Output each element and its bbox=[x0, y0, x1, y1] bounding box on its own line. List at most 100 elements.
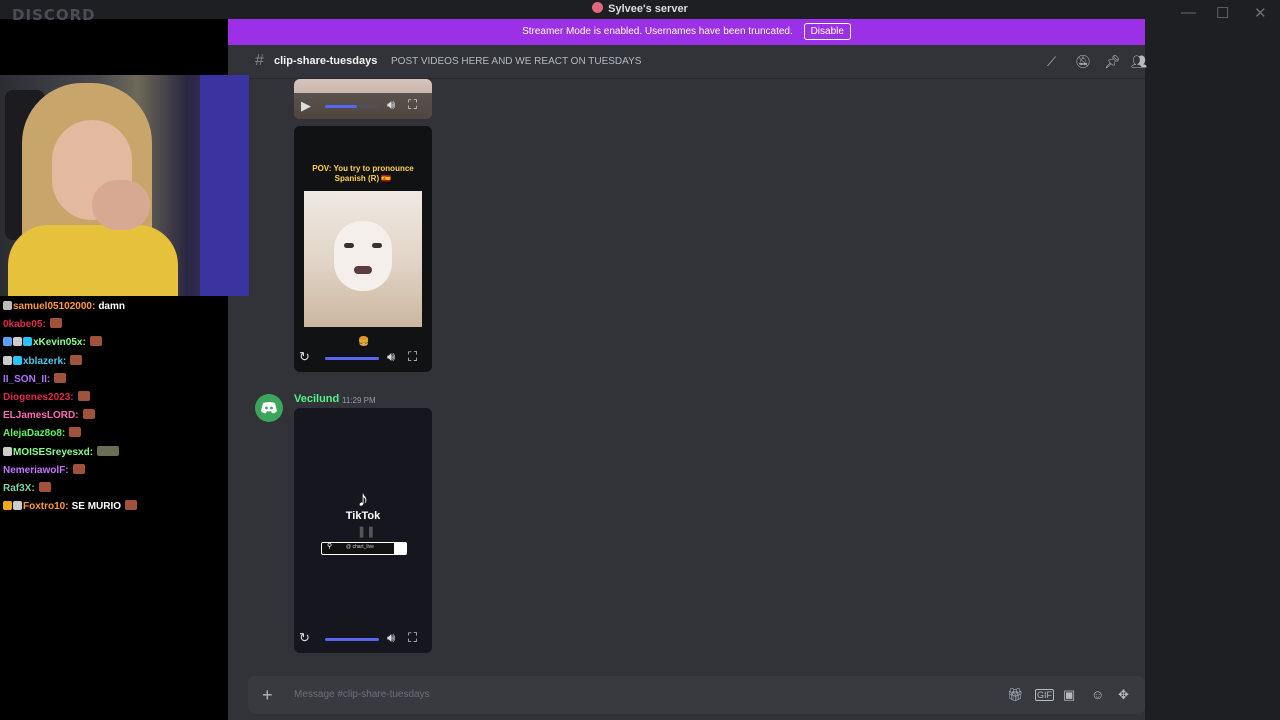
tiktok-search-bar: ⚲ @ chart_live bbox=[321, 542, 407, 555]
gift-icon[interactable]: 🎁︎ bbox=[1007, 687, 1024, 703]
streamer-mode-banner: Streamer Mode is enabled. Usernames have… bbox=[228, 19, 1145, 45]
volume-icon[interactable]: 🔊︎ bbox=[387, 349, 395, 365]
chat-username: 0kabe05 bbox=[3, 319, 43, 331]
chat-badge-icon bbox=[13, 355, 22, 365]
chat-line: samuel05102000: damn bbox=[3, 300, 228, 318]
chat-line: xKevin05x: bbox=[3, 336, 228, 354]
discord-logo-icon bbox=[261, 402, 277, 414]
gif-icon[interactable]: GIF bbox=[1035, 689, 1054, 701]
chat-emote-icon bbox=[82, 409, 95, 420]
chat-line: 0kabe05: bbox=[3, 318, 228, 336]
fullscreen-icon[interactable]: ⛶ bbox=[408, 97, 417, 113]
channel-topic[interactable]: POST VIDEOS HERE AND WE REACT ON TUESDAY… bbox=[391, 56, 641, 67]
chat-emote-icon bbox=[70, 354, 83, 365]
tiktok-brand: TikTok bbox=[345, 510, 381, 522]
chat-line: MOISESreyesxd: bbox=[3, 445, 228, 464]
chat-message: SE MURIO bbox=[71, 501, 122, 513]
video-caption: POV: You try to pronounce Spanish (R) 🇪🇸 bbox=[312, 164, 414, 183]
chat-colon: : bbox=[70, 391, 74, 403]
volume-icon[interactable]: 🔊︎ bbox=[387, 97, 395, 113]
chat-username: Raf3X bbox=[3, 482, 32, 494]
video-attachment-1[interactable]: ▶ 🔊︎ ⛶ bbox=[294, 79, 432, 119]
apps-icon[interactable]: ✥ bbox=[1118, 687, 1129, 703]
chat-line: Raf3X: bbox=[3, 481, 228, 500]
message-input[interactable]: Message #clip-share-tuesdays bbox=[294, 689, 430, 700]
chat-badge-icon bbox=[3, 355, 12, 365]
chat-emote-icon bbox=[69, 427, 82, 438]
progress-fill bbox=[325, 105, 357, 108]
disable-button[interactable]: Disable bbox=[803, 23, 851, 40]
video-controls: ↻ 🔊︎ ⛶ bbox=[294, 346, 432, 372]
cat-video-frame bbox=[304, 191, 422, 327]
tiktok-small-icon bbox=[394, 543, 406, 554]
progress-fill[interactable] bbox=[325, 357, 379, 360]
chat-line: xblazerk: bbox=[3, 354, 228, 373]
chat-emote-icon bbox=[38, 481, 51, 492]
replay-icon[interactable]: ↻ bbox=[299, 630, 310, 646]
chat-colon: : bbox=[31, 482, 35, 494]
pause-icon: ❚❚ bbox=[357, 526, 376, 538]
progress-fill[interactable] bbox=[325, 638, 379, 641]
chat-emote-icon bbox=[89, 336, 102, 347]
chat-message: damn bbox=[98, 301, 125, 312]
chat-badge-icon bbox=[13, 337, 22, 347]
fullscreen-icon[interactable]: ⛶ bbox=[408, 349, 417, 365]
video-attachment-3[interactable]: ♪ TikTok ❚❚ ⚲ @ chart_live ↻ 🔊︎ ⛶ bbox=[294, 408, 432, 653]
message-input-box[interactable]: + Message #clip-share-tuesdays 🎁︎ GIF ▣ … bbox=[248, 676, 1145, 714]
chat-colon: : bbox=[61, 428, 66, 440]
chat-colon: : bbox=[89, 446, 94, 458]
pin-icon[interactable]: 📌︎ bbox=[1104, 54, 1121, 70]
chat-badge-icon bbox=[3, 337, 12, 347]
chat-username: AlejaDaz8o8 bbox=[3, 428, 62, 440]
mute-bell-icon[interactable]: 🔕︎ bbox=[1075, 54, 1092, 70]
chat-username: MOISESreyesxd bbox=[13, 446, 90, 458]
cam-background-light bbox=[200, 75, 249, 296]
banner-text: Streamer Mode is enabled. Usernames have… bbox=[522, 26, 793, 37]
volume-icon[interactable]: 🔊︎ bbox=[387, 630, 395, 646]
message-author[interactable]: Vecilund bbox=[294, 393, 339, 405]
play-icon[interactable]: ▶ bbox=[301, 98, 311, 114]
chat-emote-icon bbox=[72, 463, 85, 474]
chat-line: Diogenes2023: bbox=[3, 390, 228, 409]
emoji-icon[interactable]: ☺ bbox=[1091, 687, 1104, 702]
right-background bbox=[1145, 19, 1280, 720]
server-icon bbox=[592, 2, 604, 13]
message-composer: + Message #clip-share-tuesdays 🎁︎ GIF ▣ … bbox=[228, 676, 1145, 720]
video-attachment-2[interactable]: POV: You try to pronounce Spanish (R) 🇪🇸… bbox=[294, 126, 432, 372]
tiktok-note-icon: ♪ bbox=[357, 486, 369, 511]
chat-username: Diogenes2023 bbox=[3, 391, 71, 403]
chat-username: xblazerk bbox=[23, 355, 64, 367]
chat-emote-icon bbox=[97, 445, 120, 456]
chat-line: Foxtro10: SE MURIO bbox=[3, 500, 228, 518]
discord-titlebar: DISCORD Sylvee's server — ☐ ✕ bbox=[0, 0, 1280, 24]
threads-icon[interactable]: ⟋ bbox=[1047, 54, 1056, 70]
server-name: Sylvee's server bbox=[608, 3, 688, 15]
chat-emote-icon bbox=[49, 318, 62, 329]
replay-icon[interactable]: ↻ bbox=[299, 349, 310, 365]
cam-person-hand bbox=[92, 180, 150, 230]
video-controls: ▶ 🔊︎ ⛶ bbox=[294, 93, 432, 119]
members-icon[interactable]: 👥︎ bbox=[1131, 54, 1148, 70]
chat-emote-icon bbox=[54, 372, 67, 383]
chat-emote-icon bbox=[77, 390, 90, 401]
chat-emote-icon bbox=[125, 500, 138, 511]
chat-colon: : bbox=[82, 337, 86, 349]
chat-line: AlejaDaz8o8: bbox=[3, 427, 228, 445]
chat-username: samuel05102000 bbox=[13, 301, 92, 312]
message-timestamp: 11:29 PM bbox=[342, 396, 376, 405]
chat-line: ELJamesLORD: bbox=[3, 409, 228, 427]
chat-colon: : bbox=[42, 319, 46, 331]
avatar[interactable] bbox=[255, 394, 283, 422]
sticker-icon[interactable]: ▣ bbox=[1063, 687, 1075, 703]
tiktok-logo: ♪ TikTok bbox=[343, 486, 383, 523]
chat-username: xKevin05x bbox=[33, 337, 83, 349]
chat-colon: : bbox=[65, 501, 69, 513]
attach-plus-icon[interactable]: + bbox=[262, 685, 273, 706]
chat-username: Foxtro10 bbox=[23, 501, 66, 513]
chat-badge-icon bbox=[3, 501, 12, 511]
fullscreen-icon[interactable]: ⛶ bbox=[408, 630, 417, 646]
search-icon: ⚲ bbox=[327, 543, 333, 550]
video-controls: ↻ 🔊︎ ⛶ bbox=[294, 627, 432, 653]
message-list[interactable]: ▶ 🔊︎ ⛶ POV: You try to pronounce Spanish… bbox=[228, 79, 1145, 676]
streamer-webcam bbox=[0, 75, 249, 296]
